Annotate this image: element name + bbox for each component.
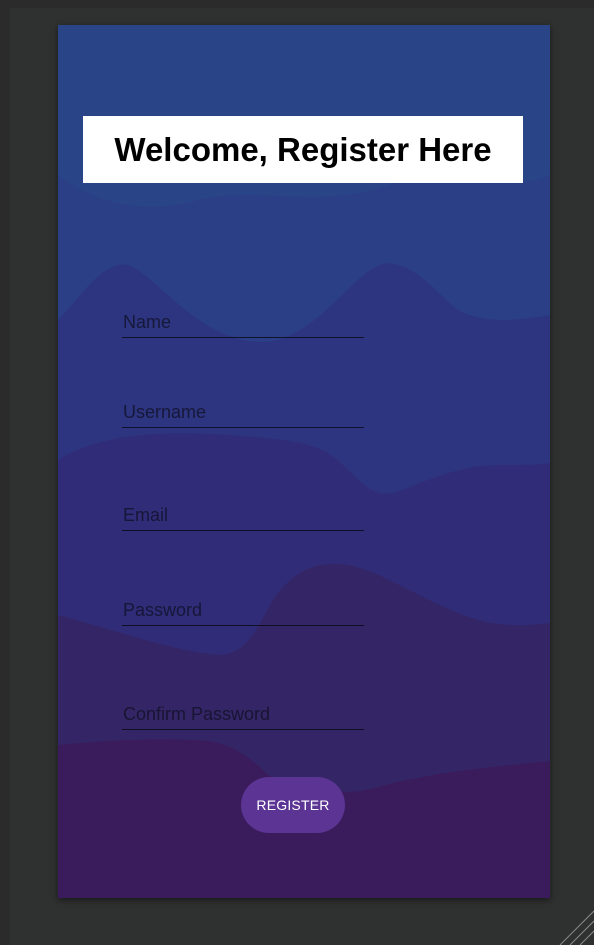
name-input[interactable]	[122, 309, 365, 335]
username-field[interactable]	[122, 393, 365, 428]
password-field[interactable]	[122, 591, 365, 626]
phone-screen: Welcome, Register Here REGISTER	[58, 25, 550, 898]
page-title: Welcome, Register Here	[83, 116, 523, 183]
register-button[interactable]: REGISTER	[241, 777, 345, 833]
confirm-password-field[interactable]	[122, 695, 365, 730]
resize-handle-icon[interactable]	[554, 905, 594, 945]
password-input[interactable]	[122, 597, 365, 623]
email-input[interactable]	[122, 502, 365, 528]
name-field[interactable]	[122, 303, 365, 338]
email-field[interactable]	[122, 496, 365, 531]
confirm-password-input[interactable]	[122, 701, 365, 727]
username-input[interactable]	[122, 399, 365, 425]
